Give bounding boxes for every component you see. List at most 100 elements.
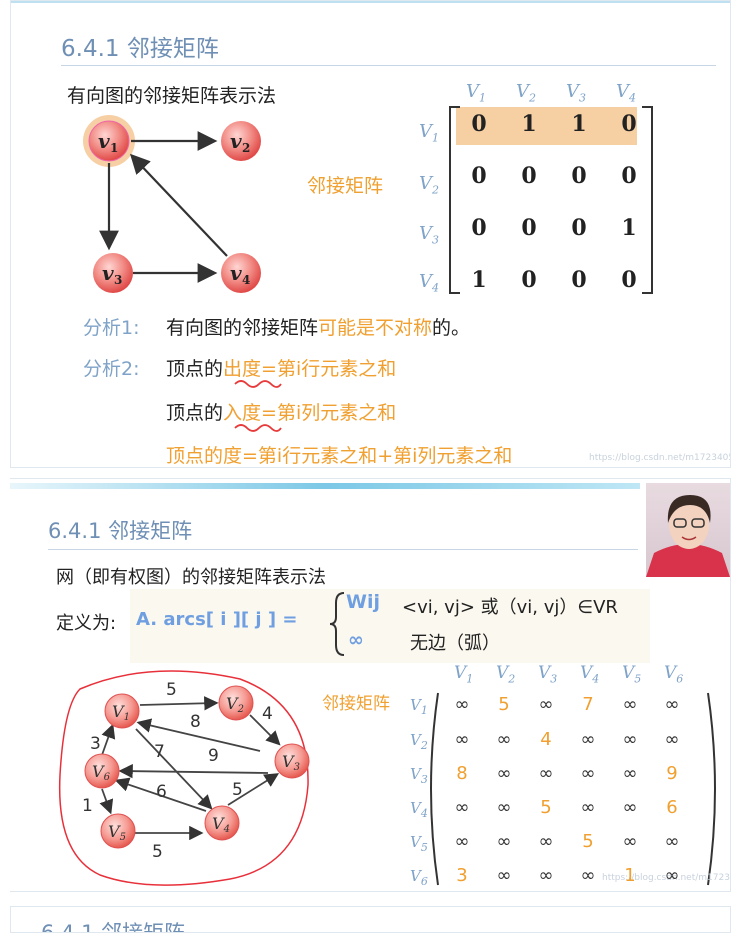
matrix-cell: ∞ <box>496 831 512 852</box>
matrix-cell: ∞ <box>622 694 638 715</box>
subtitle: 有向图的邻接矩阵表示法 <box>67 85 277 107</box>
col-header-v3: V3 <box>538 663 558 686</box>
graph-node-v4: V4 <box>204 805 240 841</box>
subtitle: 网（即有权图）的邻接矩阵表示法 <box>56 567 326 588</box>
svg-text:4: 4 <box>262 704 273 724</box>
slide-title: 6.4.1 邻接矩阵 <box>48 519 193 543</box>
svg-text:9: 9 <box>208 746 219 766</box>
row-header-v6: V6 <box>410 867 428 888</box>
row-header-v1: V1 <box>410 696 428 717</box>
matrix-cell: 0 <box>521 163 537 189</box>
col-header-v1: V1 <box>454 663 474 686</box>
analysis1-part-a: 有向图的邻接矩阵 <box>166 317 319 339</box>
matrix-cell: ∞ <box>664 694 680 715</box>
title-rule <box>61 65 716 66</box>
analysis2-label: 分析2: <box>83 358 140 380</box>
slide-3: 6.4.1 邻接矩阵 <box>10 906 731 933</box>
indegree-line: 顶点的入度=第i列元素之和 <box>166 398 396 425</box>
matrix-cell: 0 <box>621 267 637 293</box>
matrix-cell: ∞ <box>538 831 554 852</box>
matrix-cell: ∞ <box>664 831 680 852</box>
matrix-cell: ∞ <box>496 729 512 750</box>
degree-line: 顶点的度=第i行元素之和+第i列元素之和 <box>166 445 513 467</box>
underline-squiggle-2 <box>234 424 282 432</box>
definition-label: 定义为: <box>56 613 117 634</box>
slide-title: 6.4.1 邻接矩阵 <box>61 36 219 62</box>
svg-text:3: 3 <box>90 734 101 754</box>
matrix-cell: 7 <box>582 694 594 715</box>
matrix-cell: 6 <box>666 797 678 818</box>
presenter-image <box>646 495 730 577</box>
svg-text:1: 1 <box>110 141 118 155</box>
svg-text:v: v <box>230 261 242 285</box>
matrix-cell: 8 <box>456 763 468 784</box>
col-header-v6: V6 <box>664 663 684 686</box>
matrix-cell: 1 <box>471 267 487 293</box>
row-header-v4: V4 <box>419 271 439 295</box>
matrix-cell: ∞ <box>538 763 554 784</box>
col-header-v4: V4 <box>580 663 600 686</box>
matrix-label: 邻接矩阵 <box>322 694 390 714</box>
matrix-cell: ∞ <box>580 797 596 818</box>
indegree-term: 入度 <box>223 402 262 424</box>
slide-2: 6.4.1 邻接矩阵 网（即有权图）的邻接矩阵表示法 定义为: A. arcs[… <box>10 478 731 892</box>
case1-symbol-text: Wij <box>346 591 380 613</box>
matrix-cell: 0 <box>621 163 637 189</box>
matrix-cell: ∞ <box>496 797 512 818</box>
matrix-cell: ∞ <box>622 831 638 852</box>
matrix-cell: 0 <box>521 267 537 293</box>
matrix-cell: ∞ <box>622 729 638 750</box>
slide-top-bar <box>11 1 730 3</box>
matrix-label: 邻接矩阵 <box>307 175 384 197</box>
matrix-cell: 0 <box>521 215 537 241</box>
matrix-cell: ∞ <box>454 694 470 715</box>
underline-squiggle-1 <box>234 380 282 388</box>
matrix-cell: 1 <box>621 215 637 241</box>
graph-node-v1: v 1 <box>88 120 130 162</box>
case1-symbol: Wij <box>346 591 380 613</box>
definition-formula: A. arcs[ i ][ j ] = <box>136 609 298 630</box>
matrix-cell: 1 <box>571 111 587 137</box>
analysis1-label: 分析1: <box>83 317 140 339</box>
matrix-cell: ∞ <box>496 763 512 784</box>
indegree-prefix: 顶点的 <box>166 402 224 424</box>
matrix-cell: ∞ <box>622 763 638 784</box>
svg-text:2: 2 <box>242 141 250 155</box>
matrix-cell: ∞ <box>622 797 638 818</box>
indegree-rule: =第i列元素之和 <box>261 402 397 424</box>
svg-text:v: v <box>98 129 110 153</box>
matrix-cell: ∞ <box>454 729 470 750</box>
outdegree-term: 出度 <box>223 358 262 380</box>
svg-text:4: 4 <box>242 273 250 287</box>
matrix-cell: 0 <box>571 267 587 293</box>
slide-title: 6.4.1 邻接矩阵 <box>41 921 186 933</box>
matrix-cell: ∞ <box>454 831 470 852</box>
matrix-cell: 0 <box>471 111 487 137</box>
svg-text:5: 5 <box>232 780 243 800</box>
matrix-cell: ∞ <box>580 729 596 750</box>
row-header-v4: V4 <box>410 799 428 820</box>
graph-node-v3: v 3 <box>93 253 133 293</box>
matrix-cell: ∞ <box>664 729 680 750</box>
col-header-v5: V5 <box>622 663 642 686</box>
svg-text:5: 5 <box>152 842 163 862</box>
svg-text:3: 3 <box>114 273 122 287</box>
svg-text:v: v <box>230 129 242 153</box>
matrix-cell: 4 <box>540 729 552 750</box>
piecewise-brace <box>329 592 345 656</box>
case1-text: <vi, vj> 或（vi, vj）∈VR <box>402 597 618 618</box>
outdegree-rule: =第i行元素之和 <box>261 358 397 380</box>
matrix-cell: 1 <box>521 111 537 137</box>
matrix-cell: 9 <box>666 763 678 784</box>
svg-text:1: 1 <box>82 796 93 816</box>
row-header-v2: V2 <box>410 731 428 752</box>
matrix-parens <box>430 692 716 886</box>
row-header-v5: V5 <box>410 833 428 854</box>
matrix-cell: 0 <box>471 163 487 189</box>
matrix-cell: 0 <box>621 111 637 137</box>
row-header-v3: V3 <box>410 765 428 786</box>
presenter-video <box>646 483 730 577</box>
svg-text:8: 8 <box>190 712 201 732</box>
outdegree-line: 顶点的出度=第i行元素之和 <box>166 354 396 381</box>
matrix-cell: 0 <box>571 163 587 189</box>
